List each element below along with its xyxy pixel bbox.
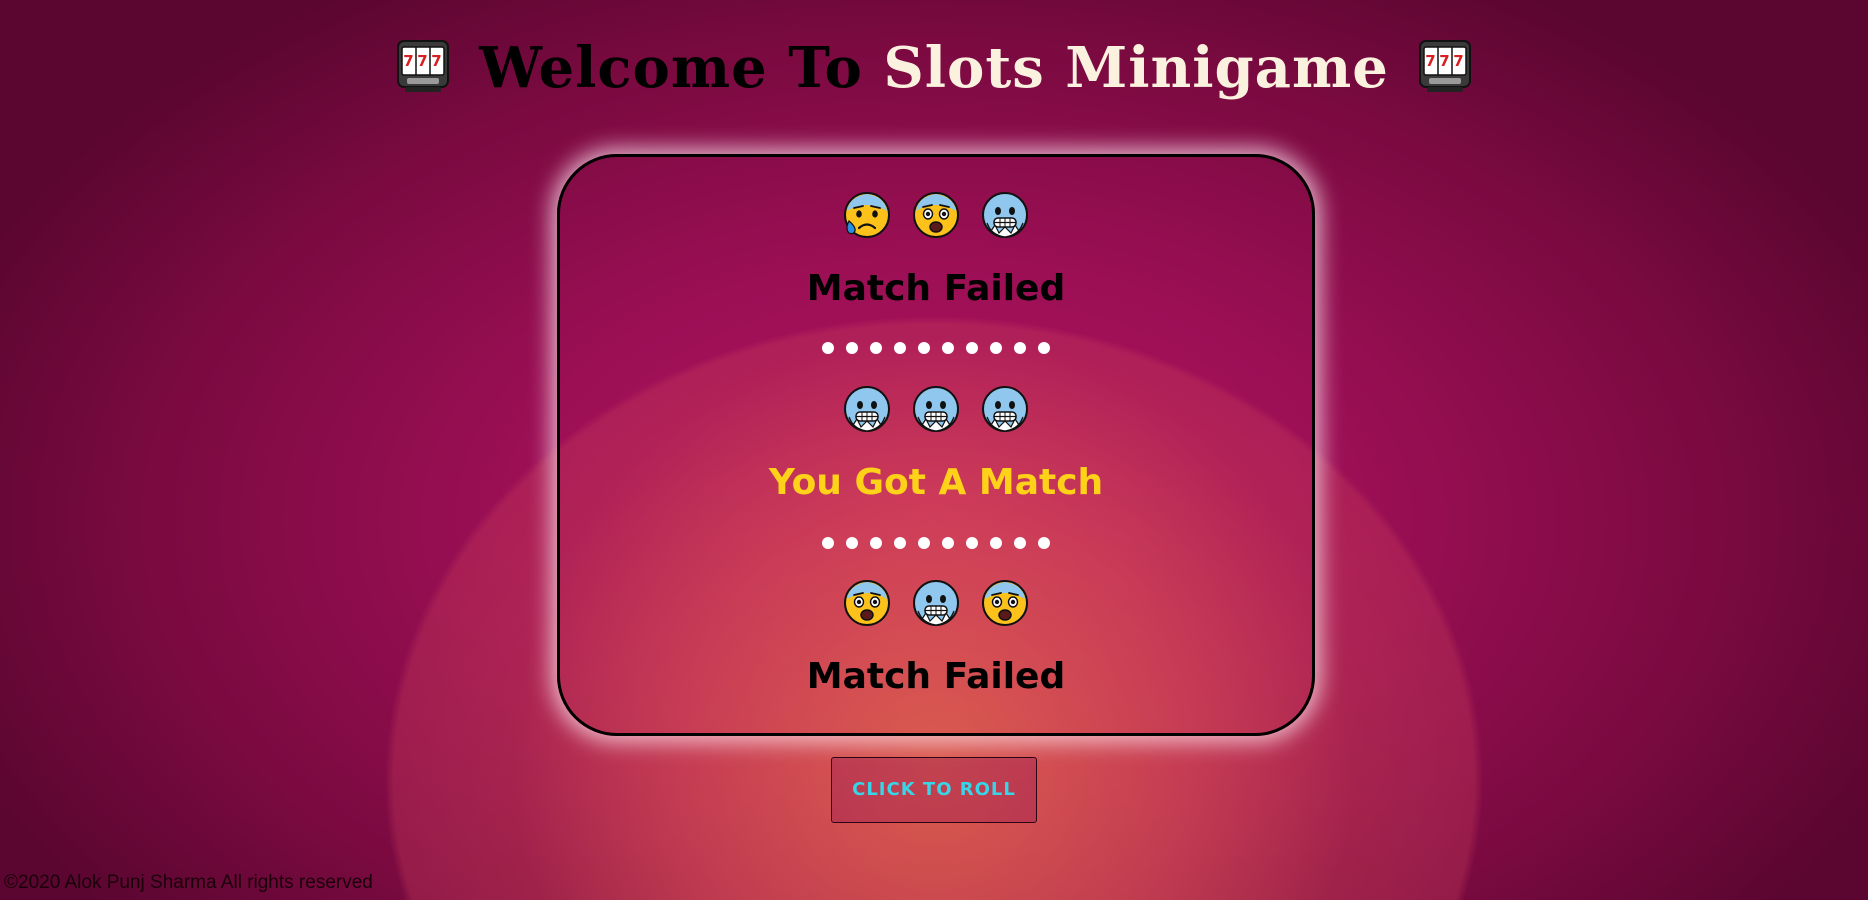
cold-face-icon [912,579,960,627]
slots-results-card: Match Failed You Got A Match Match Faile… [557,154,1315,736]
reel-row-1 [560,191,1312,243]
cold-face-icon [981,191,1029,239]
result-text-2: You Got A Match [768,462,1104,503]
fearful-face-icon [843,579,891,627]
anxious-face-with-sweat-icon [843,191,891,239]
fearful-face-icon [981,579,1029,627]
result-text-1: Match Failed [806,268,1066,309]
reel-row-3 [560,579,1312,631]
page-title: Welcome To Slots Minigame [0,30,1868,106]
footer-copyright: ©2020 Alok Punj Sharma All rights reserv… [4,872,373,893]
click-to-roll-button[interactable]: CLICK TO ROLL [831,757,1037,823]
title-welcome-text: Welcome To [479,35,863,101]
result-text-3: Match Failed [806,656,1066,697]
cold-face-icon [912,385,960,433]
fearful-face-icon [912,191,960,239]
slot-machine-icon [1417,38,1473,94]
cold-face-icon [843,385,891,433]
slot-machine-icon [395,38,451,94]
title-game-name: Slots Minigame [883,35,1389,101]
separator-dots [560,534,1312,553]
reel-row-2 [560,385,1312,437]
separator-dots [560,339,1312,358]
cold-face-icon [981,385,1029,433]
